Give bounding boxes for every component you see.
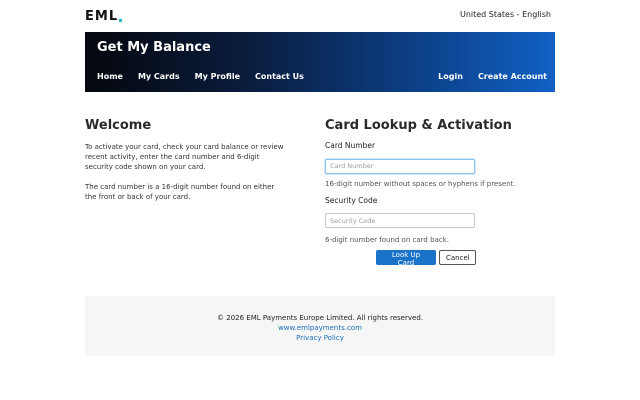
main-nav: Home My Cards My Profile Contact Us [97, 72, 319, 81]
card-lookup-form: Card Lookup & Activation Card Number 16-… [325, 118, 555, 267]
logo-dot-icon [119, 18, 123, 22]
card-number-label: Card Number [325, 141, 376, 150]
nav-login[interactable]: Login [438, 72, 463, 81]
footer: © 2026 EML Payments Europe Limited. All … [85, 296, 555, 356]
language-selector[interactable]: United States - English [460, 10, 551, 19]
nav-my-cards[interactable]: My Cards [138, 72, 180, 81]
security-code-label: Security Code [325, 195, 378, 205]
look-up-card-button[interactable]: Look Up Card [376, 250, 436, 267]
nav-contact-us[interactable]: Contact Us [255, 72, 304, 81]
card-number-info: The card number is a 16-digit number fou… [85, 183, 275, 201]
site-title: Get My Balance [97, 40, 211, 55]
welcome-paragraph: To activate your card, check your card b… [85, 143, 284, 171]
copyright-text: © 2026 EML Payments Europe Limited. All … [217, 314, 423, 322]
lookup-title: Card Lookup & Activation [325, 118, 512, 133]
top-bar: EML United States - English [85, 8, 555, 24]
account-nav: Login Create Account [423, 72, 547, 81]
form-actions: Look Up Card Cancel [376, 250, 476, 267]
header-banner: Get My Balance Home My Cards My Profile … [85, 32, 555, 92]
welcome-section: Welcome To activate your card, check you… [85, 118, 285, 202]
welcome-title: Welcome [85, 118, 152, 133]
nav-my-profile[interactable]: My Profile [195, 72, 240, 81]
nav-create-account[interactable]: Create Account [478, 72, 547, 81]
card-number-input[interactable] [325, 158, 475, 174]
logo-text: EML [85, 8, 119, 24]
cancel-button[interactable]: Cancel [439, 250, 476, 265]
security-code-hint: 6-digit number found on card back. [325, 236, 449, 244]
nav-home[interactable]: Home [97, 72, 123, 81]
website-link[interactable]: www.emlpayments.com [85, 324, 555, 332]
eml-logo[interactable]: EML [85, 8, 123, 24]
privacy-policy-link[interactable]: Privacy Policy [85, 334, 555, 342]
security-code-input[interactable] [325, 213, 475, 228]
card-number-hint: 16-digit number without spaces or hyphen… [325, 179, 516, 188]
